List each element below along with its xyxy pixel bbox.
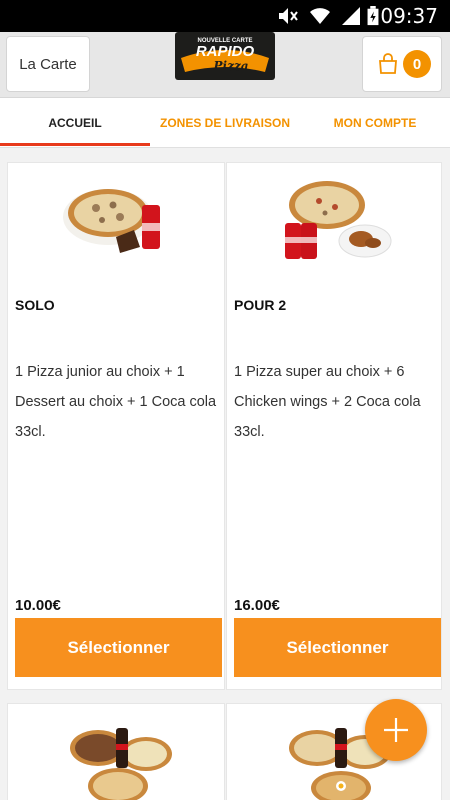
wifi-icon	[310, 8, 330, 24]
menu-card-pour-2: POUR 2 1 Pizza super au choix + 6 Chicke…	[226, 162, 442, 690]
rapido-pizza-logo: NOUVELLE CARTE RAPIDO Pizza	[175, 32, 275, 80]
mute-icon	[279, 8, 298, 24]
add-fab-button[interactable]	[365, 699, 427, 761]
card-description: 1 Pizza junior au choix + 1 Dessert au c…	[15, 364, 217, 440]
card-title: POUR 2	[234, 297, 287, 313]
pizza-coca-dessert-image	[63, 189, 160, 253]
logo-brand-text: RAPIDO	[196, 43, 255, 60]
status-bar: 09:37	[0, 0, 450, 32]
menu-card-partial	[7, 703, 225, 800]
card-price: 10.00€	[15, 597, 61, 614]
menu-card-solo: SOLO 1 Pizza junior au choix + 1 Dessert…	[7, 162, 225, 690]
tab-label: ZONES DE LIVRAISON	[159, 116, 290, 130]
app-header: La Carte NOUVELLE CARTE RAPIDO Pizza 0	[0, 32, 450, 98]
select-button[interactable]: Sélectionner	[15, 618, 222, 677]
card-title: SOLO	[15, 297, 55, 313]
card-price: 16.00€	[234, 597, 280, 614]
active-tab-indicator	[0, 143, 150, 146]
tab-label: ACCUEIL	[48, 116, 102, 130]
select-button[interactable]: Sélectionner	[234, 618, 441, 677]
battery-icon	[367, 6, 379, 26]
plus-icon	[384, 718, 408, 742]
pizzas-coca-image	[70, 728, 172, 800]
tab-bar: ACCUEIL ZONES DE LIVRAISON MON COMPTE	[0, 98, 450, 148]
logo-sub-text: Pizza	[213, 59, 249, 73]
tab-zones-de-livraison[interactable]: ZONES DE LIVRAISON	[150, 98, 300, 148]
tab-label: MON COMPTE	[333, 116, 417, 130]
card-description: 1 Pizza super au choix + 6 Chicken wings…	[234, 364, 421, 440]
clock: 09:37	[380, 4, 438, 28]
shopping-bag-icon	[379, 53, 397, 74]
menu-button[interactable]: La Carte	[6, 36, 90, 92]
signal-icon	[342, 7, 360, 25]
cart-count-badge: 0	[403, 50, 431, 78]
cart-button[interactable]: 0	[362, 36, 442, 92]
tab-mon-compte[interactable]: MON COMPTE	[300, 98, 450, 148]
tab-accueil[interactable]: ACCUEIL	[0, 98, 150, 148]
pizza-cocas-wings-image	[285, 181, 392, 259]
